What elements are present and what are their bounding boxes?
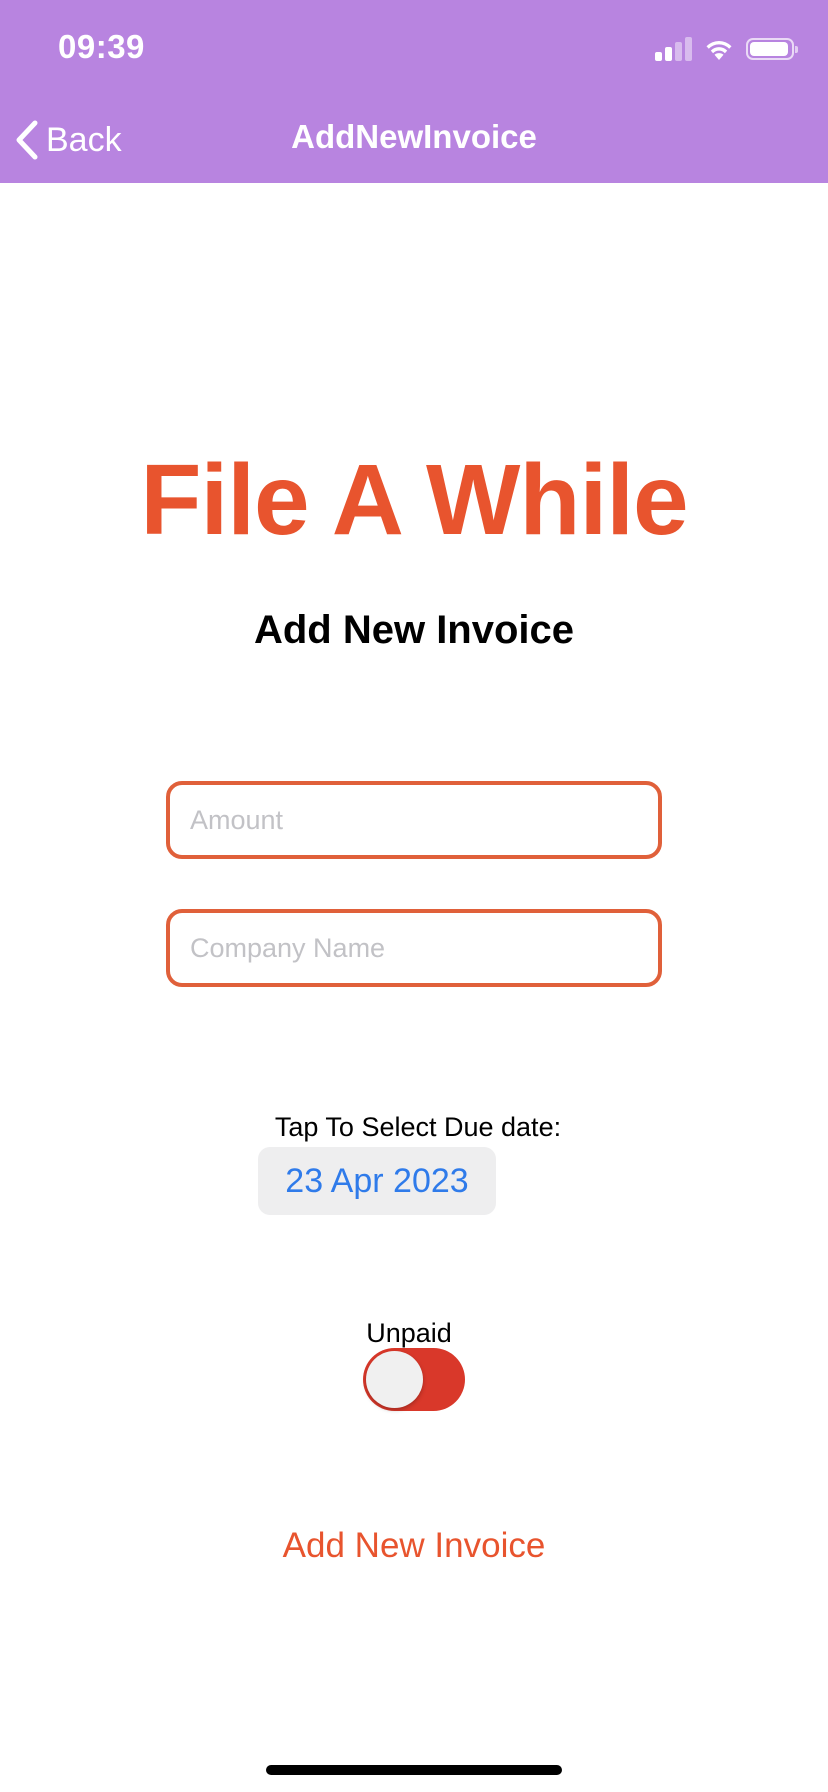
amount-input[interactable]	[166, 781, 662, 859]
due-date-value: 23 Apr 2023	[285, 1161, 469, 1200]
toggle-knob	[366, 1351, 423, 1408]
paid-status-toggle[interactable]	[363, 1348, 465, 1411]
battery-icon	[746, 38, 798, 60]
status-icons	[655, 36, 798, 62]
home-indicator	[266, 1765, 562, 1775]
app-title: File A While	[140, 444, 688, 556]
cellular-signal-icon	[655, 37, 692, 61]
due-date-label: Tap To Select Due date:	[274, 1112, 562, 1142]
add-invoice-button[interactable]: Add New Invoice	[0, 1526, 828, 1566]
navigation-title: AddNewInvoice	[291, 118, 537, 155]
navigation-header: 09:39 Back AddNewInvoice	[0, 0, 828, 183]
due-date-picker[interactable]: 23 Apr 2023	[258, 1147, 496, 1215]
payment-status-label: Unpaid	[366, 1318, 452, 1348]
company-name-input[interactable]	[166, 909, 662, 987]
wifi-icon	[706, 40, 732, 60]
page-heading: Add New Invoice	[253, 608, 575, 652]
status-time: 09:39	[58, 28, 145, 65]
